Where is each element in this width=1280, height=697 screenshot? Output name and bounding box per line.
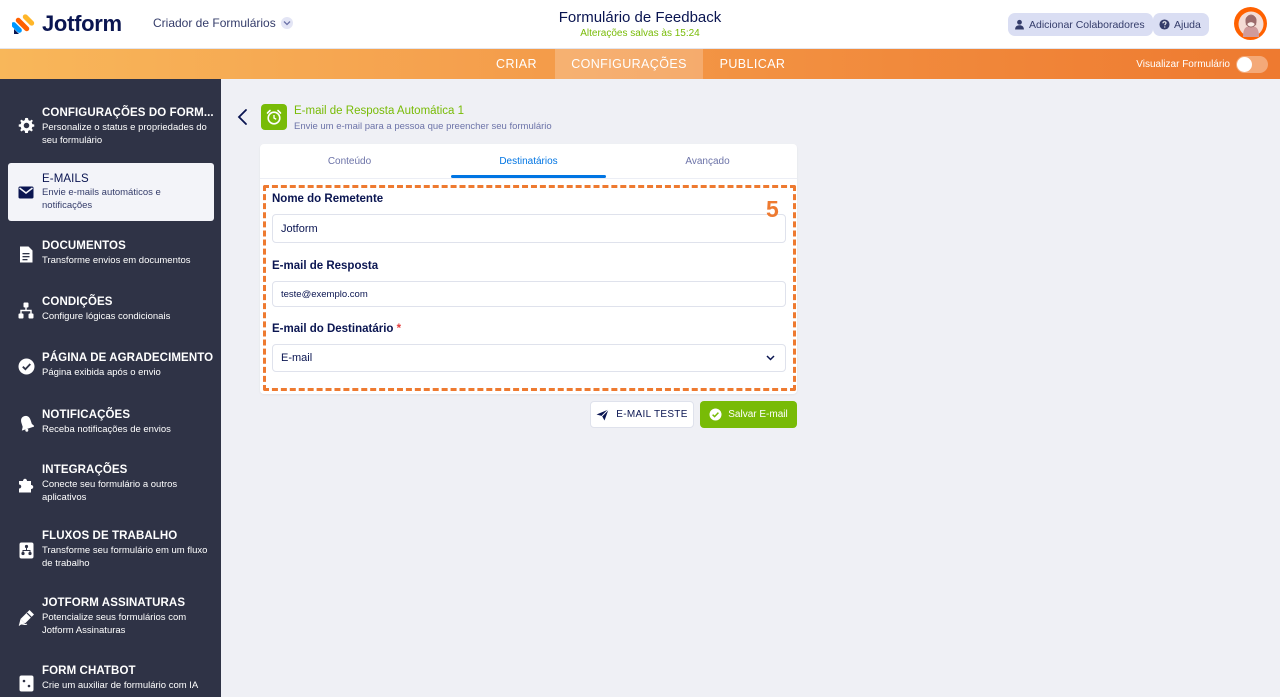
- autoresponder-tile: [261, 104, 287, 130]
- jotform-logo[interactable]: Jotform: [12, 10, 122, 38]
- user-icon: [1015, 19, 1024, 30]
- send-icon: [596, 408, 610, 420]
- workflow-icon: [17, 541, 35, 559]
- help-button[interactable]: Ajuda: [1153, 13, 1209, 36]
- highlight-dashed-box: [263, 185, 796, 391]
- sidebar-item-thank-you-page[interactable]: PÁGINA DE AGRADECIMENTO Página exibida a…: [0, 349, 221, 389]
- save-status: Alterações salvas às 15:24: [580, 28, 700, 39]
- sidebar-item-desc: Transforme seu formulário em um fluxo de…: [42, 545, 208, 569]
- tab-publicar[interactable]: PUBLICAR: [703, 49, 802, 79]
- pen-icon: [17, 608, 35, 626]
- sidebar-item-title: FORM CHATBOT: [42, 665, 136, 677]
- envelope-icon: [17, 183, 35, 201]
- sidebar-item-documents[interactable]: DOCUMENTOS Transforme envios em document…: [0, 237, 221, 277]
- sidebar-item-desc: Conecte seu formulário a outros aplicati…: [42, 479, 178, 503]
- back-arrow-icon[interactable]: [236, 108, 250, 126]
- form-builder-label: Criador de Formulários: [153, 16, 276, 30]
- tabs-divider: [260, 178, 797, 179]
- alarm-clock-icon: [266, 109, 282, 125]
- sidebar-item-integrations[interactable]: INTEGRAÇÕES Conecte seu formulário a out…: [0, 461, 221, 511]
- tab-destinatarios[interactable]: Destinatários: [439, 144, 618, 178]
- chatbot-icon: [17, 674, 35, 692]
- question-icon: [1159, 19, 1170, 30]
- builder-nav: CRIAR CONFIGURAÇÕES PUBLICAR Visualizar …: [0, 49, 1280, 79]
- sidebar-item-desc: Transforme envios em documentos: [42, 255, 191, 266]
- email-card-title: E-mail de Resposta Automática 1: [294, 105, 465, 117]
- preview-form-toggle[interactable]: Visualizar Formulário: [1136, 56, 1268, 73]
- tab-avancado[interactable]: Avançado: [618, 144, 797, 178]
- save-email-label: Salvar E-mail: [728, 409, 788, 420]
- save-email-button[interactable]: Salvar E-mail: [700, 401, 797, 428]
- check-circle-icon: [17, 357, 35, 375]
- add-collaborators-label: Adicionar Colaboradores: [1029, 18, 1145, 31]
- preview-form-label: Visualizar Formulário: [1136, 59, 1230, 70]
- sidebar-item-form-chatbot[interactable]: FORM CHATBOT Crie um auxiliar de formulá…: [0, 662, 221, 697]
- avatar[interactable]: [1234, 7, 1267, 40]
- user-avatar-icon: [1235, 8, 1266, 39]
- sidebar-item-desc: Página exibida após o envio: [42, 367, 161, 378]
- tab-configuracoes[interactable]: CONFIGURAÇÕES: [555, 49, 703, 79]
- test-email-button[interactable]: E-MAIL TESTE: [590, 401, 694, 428]
- sidebar-item-desc: Crie um auxiliar de formulário com IA: [42, 680, 199, 691]
- sidebar-item-title: CONDIÇÕES: [42, 296, 113, 308]
- form-builder-dropdown[interactable]: Criador de Formulários: [153, 16, 293, 30]
- sidebar-item-desc: Personalize o status e propriedades do s…: [42, 122, 207, 146]
- sidebar-item-desc: Potencialize seus formulários com Jotfor…: [42, 612, 187, 636]
- sidebar-item-title: PÁGINA DE AGRADECIMENTO: [42, 352, 214, 364]
- add-collaborators-button[interactable]: Adicionar Colaboradores: [1008, 13, 1153, 36]
- test-email-label: E-MAIL TESTE: [616, 409, 688, 420]
- tab-criar[interactable]: CRIAR: [478, 49, 555, 79]
- sidebar-item-title: NOTIFICAÇÕES: [42, 409, 131, 421]
- sidebar-item-conditions[interactable]: CONDIÇÕES Configure lógicas condicionais: [0, 293, 221, 333]
- hierarchy-icon: [17, 301, 35, 319]
- sidebar-item-title: INTEGRAÇÕES: [42, 464, 128, 476]
- settings-sidebar: CONFIGURAÇÕES DO FORM... Personalize o s…: [0, 79, 221, 697]
- top-header: Jotform Criador de Formulários Formulári…: [0, 0, 1280, 49]
- help-label: Ajuda: [1174, 18, 1201, 31]
- sidebar-item-title: FLUXOS DE TRABALHO: [42, 530, 178, 542]
- sidebar-item-emails[interactable]: E-MAILS Envie e-mails automáticos e noti…: [8, 163, 214, 221]
- sidebar-item-title: E-MAILS: [42, 173, 89, 185]
- sidebar-item-desc: Configure lógicas condicionais: [42, 311, 171, 322]
- bell-icon: [17, 414, 35, 432]
- sidebar-item-title: JOTFORM ASSINATURAS: [42, 597, 186, 609]
- sidebar-item-form-settings[interactable]: CONFIGURAÇÕES DO FORM... Personalize o s…: [0, 101, 221, 151]
- sidebar-item-notifications[interactable]: NOTIFICAÇÕES Receba notificações de envi…: [0, 406, 221, 446]
- gear-icon: [17, 116, 35, 134]
- sidebar-item-desc: Receba notificações de envios: [42, 424, 171, 435]
- check-circle-icon: [709, 408, 722, 421]
- document-icon: [17, 245, 35, 263]
- sidebar-item-jotform-signatures[interactable]: JOTFORM ASSINATURAS Potencialize seus fo…: [0, 594, 221, 644]
- sidebar-item-workflows[interactable]: FLUXOS DE TRABALHO Transforme seu formul…: [0, 527, 221, 577]
- puzzle-icon: [17, 475, 35, 493]
- preview-toggle-switch[interactable]: [1236, 56, 1268, 73]
- step-number-badge: 5: [766, 196, 779, 222]
- chevron-down-icon: [280, 17, 293, 29]
- sidebar-item-desc: Envie e-mails automáticos e notificações: [42, 187, 161, 211]
- toggle-knob: [1237, 57, 1252, 72]
- form-title[interactable]: Formulário de Feedback: [440, 9, 840, 26]
- sidebar-item-title: CONFIGURAÇÕES DO FORM...: [42, 107, 214, 119]
- tab-conteudo[interactable]: Conteúdo: [260, 144, 439, 178]
- jotform-logo-mark-icon: [12, 14, 35, 34]
- sidebar-item-title: DOCUMENTOS: [42, 240, 126, 252]
- brand-name: Jotform: [42, 11, 122, 36]
- email-card-subtitle: Envie um e-mail para a pessoa que preenc…: [294, 121, 552, 132]
